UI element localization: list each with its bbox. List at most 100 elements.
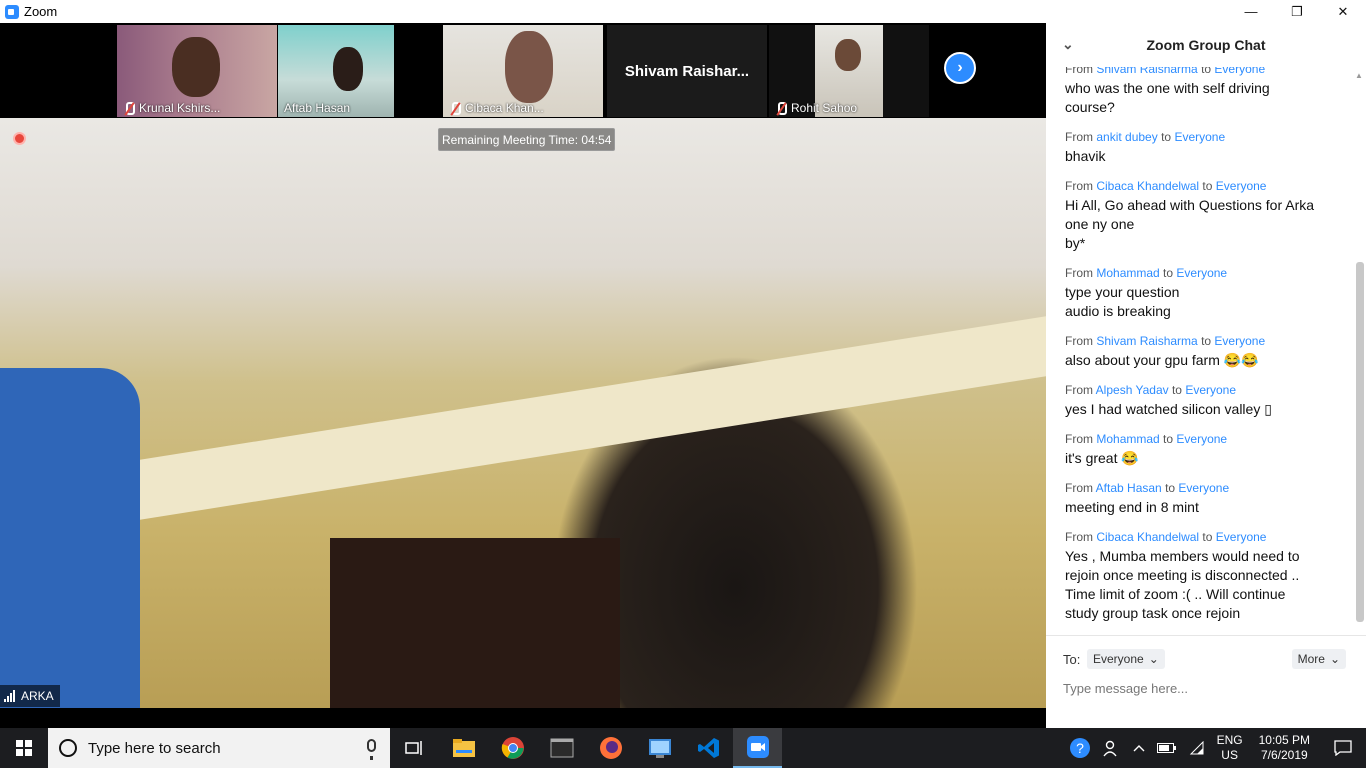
to-word: to	[1201, 334, 1212, 348]
sender-name[interactable]: Cibaca Khandelwal	[1096, 530, 1199, 544]
chevron-down-icon: ⌄	[1148, 652, 1159, 666]
sender-name[interactable]: Mohammad	[1096, 266, 1159, 280]
recipient-name: Everyone	[1174, 130, 1226, 144]
recording-indicator-icon	[13, 132, 26, 145]
message-input[interactable]	[1063, 678, 1348, 698]
chat-message-text: Hi All, Go ahead with Questions for Arka	[1065, 197, 1315, 213]
active-speaker-name: ARKA	[21, 689, 54, 703]
sender-name[interactable]: Shivam Raisharma	[1096, 334, 1197, 348]
chat-header: ⌄ Zoom Group Chat	[1046, 23, 1366, 67]
to-word: to	[1202, 530, 1213, 544]
taskbar-chrome[interactable]	[488, 728, 537, 768]
chevron-down-icon[interactable]: ⌄	[1062, 36, 1074, 53]
participant-tile[interactable]: Cibaca Khan...	[443, 25, 603, 117]
recipient-name: Everyone	[1214, 334, 1266, 348]
to-word: to	[1165, 481, 1176, 495]
to-word: to	[1163, 432, 1174, 446]
chat-message-header: From Mohammad to Everyone	[1065, 430, 1352, 449]
chat-message-text: who was the one with self driving	[1065, 80, 1270, 96]
sender-name[interactable]: Cibaca Khandelwal	[1096, 179, 1199, 193]
chat-message-text: course?	[1065, 99, 1115, 115]
control-panel-icon	[648, 739, 671, 758]
video-area: Krunal Kshirs... Aftab Hasan Cibaca Khan…	[0, 23, 1046, 728]
sender-name[interactable]: Alpesh Yadav	[1096, 383, 1169, 397]
mic-muted-icon	[449, 101, 461, 115]
people-icon[interactable]	[1097, 728, 1127, 768]
start-button[interactable]	[0, 728, 48, 768]
wifi-icon[interactable]	[1183, 728, 1211, 768]
taskbar-control-panel[interactable]	[635, 728, 684, 768]
chat-message-text: study group task once rejoin	[1065, 605, 1241, 621]
task-view-button[interactable]	[390, 728, 439, 768]
clock-time: 10:05 PM	[1258, 733, 1310, 747]
shelf	[140, 316, 1046, 520]
from-word: From	[1065, 530, 1093, 544]
sender-name[interactable]: Shivam Raisharma	[1096, 67, 1197, 76]
chat-scrollbar[interactable]: ▲	[1352, 67, 1366, 633]
active-speaker-label: ARKA	[0, 685, 60, 707]
scroll-up-icon[interactable]: ▲	[1355, 71, 1363, 80]
battery-icon[interactable]	[1151, 728, 1183, 768]
sender-name[interactable]: Aftab Hasan	[1096, 481, 1162, 495]
active-speaker-video	[0, 118, 1046, 708]
next-participants-button[interactable]: ›	[944, 52, 976, 84]
taskbar-search[interactable]: Type here to search	[48, 728, 390, 768]
taskbar-firefox[interactable]	[586, 728, 635, 768]
from-word: From	[1065, 481, 1093, 495]
participant-tile[interactable]: Rohit Sahoo	[769, 25, 929, 117]
chat-message-header: From Shivam Raisharma to Everyone	[1065, 332, 1352, 351]
minimize-button[interactable]: —	[1228, 0, 1274, 23]
language-indicator[interactable]: ENG US	[1211, 728, 1249, 768]
cortana-icon	[59, 739, 77, 757]
to-word: to	[1161, 130, 1172, 144]
sender-name[interactable]: Mohammad	[1096, 432, 1159, 446]
help-icon[interactable]: ?	[1063, 728, 1097, 768]
to-word: to	[1171, 383, 1182, 397]
participant-tile[interactable]: Aftab Hasan	[278, 25, 394, 117]
recipient-dropdown[interactable]: Everyone ⌄	[1087, 649, 1165, 669]
mic-muted-icon	[123, 101, 135, 115]
clock[interactable]: 10:05 PM 7/6/2019	[1249, 728, 1320, 768]
recipient-name: Everyone	[1176, 432, 1228, 446]
to-word: to	[1163, 266, 1174, 280]
participant-video	[505, 31, 553, 103]
clock-date: 7/6/2019	[1260, 748, 1308, 762]
windows-taskbar: Type here to search ? ENG US 10:05 PM 7/…	[0, 728, 1366, 768]
chat-message-header: From Aftab Hasan to Everyone	[1065, 479, 1352, 498]
microphone-icon[interactable]	[367, 739, 376, 760]
taskbar-terminal[interactable]	[537, 728, 586, 768]
chat-message-text: bhavik	[1065, 148, 1106, 164]
more-button[interactable]: More ⌄	[1291, 649, 1346, 669]
chat-message-text: one ny one	[1065, 216, 1135, 232]
close-button[interactable]: ✕	[1320, 0, 1366, 23]
zoom-icon	[746, 736, 769, 758]
participant-name: Cibaca Khan...	[449, 101, 544, 115]
scrollbar-thumb[interactable]	[1356, 262, 1364, 622]
chat-message: From Cibaca Khandelwal to Everyone Yes , …	[1046, 528, 1352, 623]
chrome-icon	[501, 737, 524, 759]
sender-name[interactable]: ankit dubey	[1096, 130, 1157, 144]
remaining-meeting-time: Remaining Meeting Time: 04:54	[438, 128, 616, 151]
taskbar-file-explorer[interactable]	[439, 728, 488, 768]
chat-message-list[interactable]: From Shivam Raisharma to Everyone who was…	[1046, 67, 1352, 633]
restore-button[interactable]: ❐	[1274, 0, 1320, 23]
participant-tile[interactable]: Shivam Raishar...	[607, 25, 767, 117]
svg-text:?: ?	[1076, 740, 1084, 756]
recipient-name: Everyone	[1215, 530, 1267, 544]
participant-tile[interactable]: Krunal Kshirs...	[117, 25, 277, 117]
action-center-button[interactable]	[1320, 728, 1366, 768]
region-code: US	[1221, 748, 1238, 762]
notification-icon	[1334, 740, 1352, 756]
chat-message-text: Yes , Mumba members would need to	[1065, 548, 1300, 564]
participant-name: Rohit Sahoo	[775, 101, 857, 115]
show-hidden-icons-icon[interactable]	[1127, 728, 1151, 768]
participant-name: Krunal Kshirs...	[123, 101, 220, 115]
zoom-logo-icon	[5, 4, 19, 19]
chat-message-text: Time limit of zoom :( .. Will continue	[1065, 586, 1286, 602]
chat-message: From Shivam Raisharma to Everyone who was…	[1046, 67, 1352, 117]
chat-message-header: From Cibaca Khandelwal to Everyone	[1065, 528, 1352, 547]
signal-strength-icon	[4, 690, 15, 702]
taskbar-zoom[interactable]	[733, 728, 782, 768]
taskbar-vscode[interactable]	[684, 728, 733, 768]
chat-message: From Mohammad to Everyone it's great 😂	[1046, 430, 1352, 468]
